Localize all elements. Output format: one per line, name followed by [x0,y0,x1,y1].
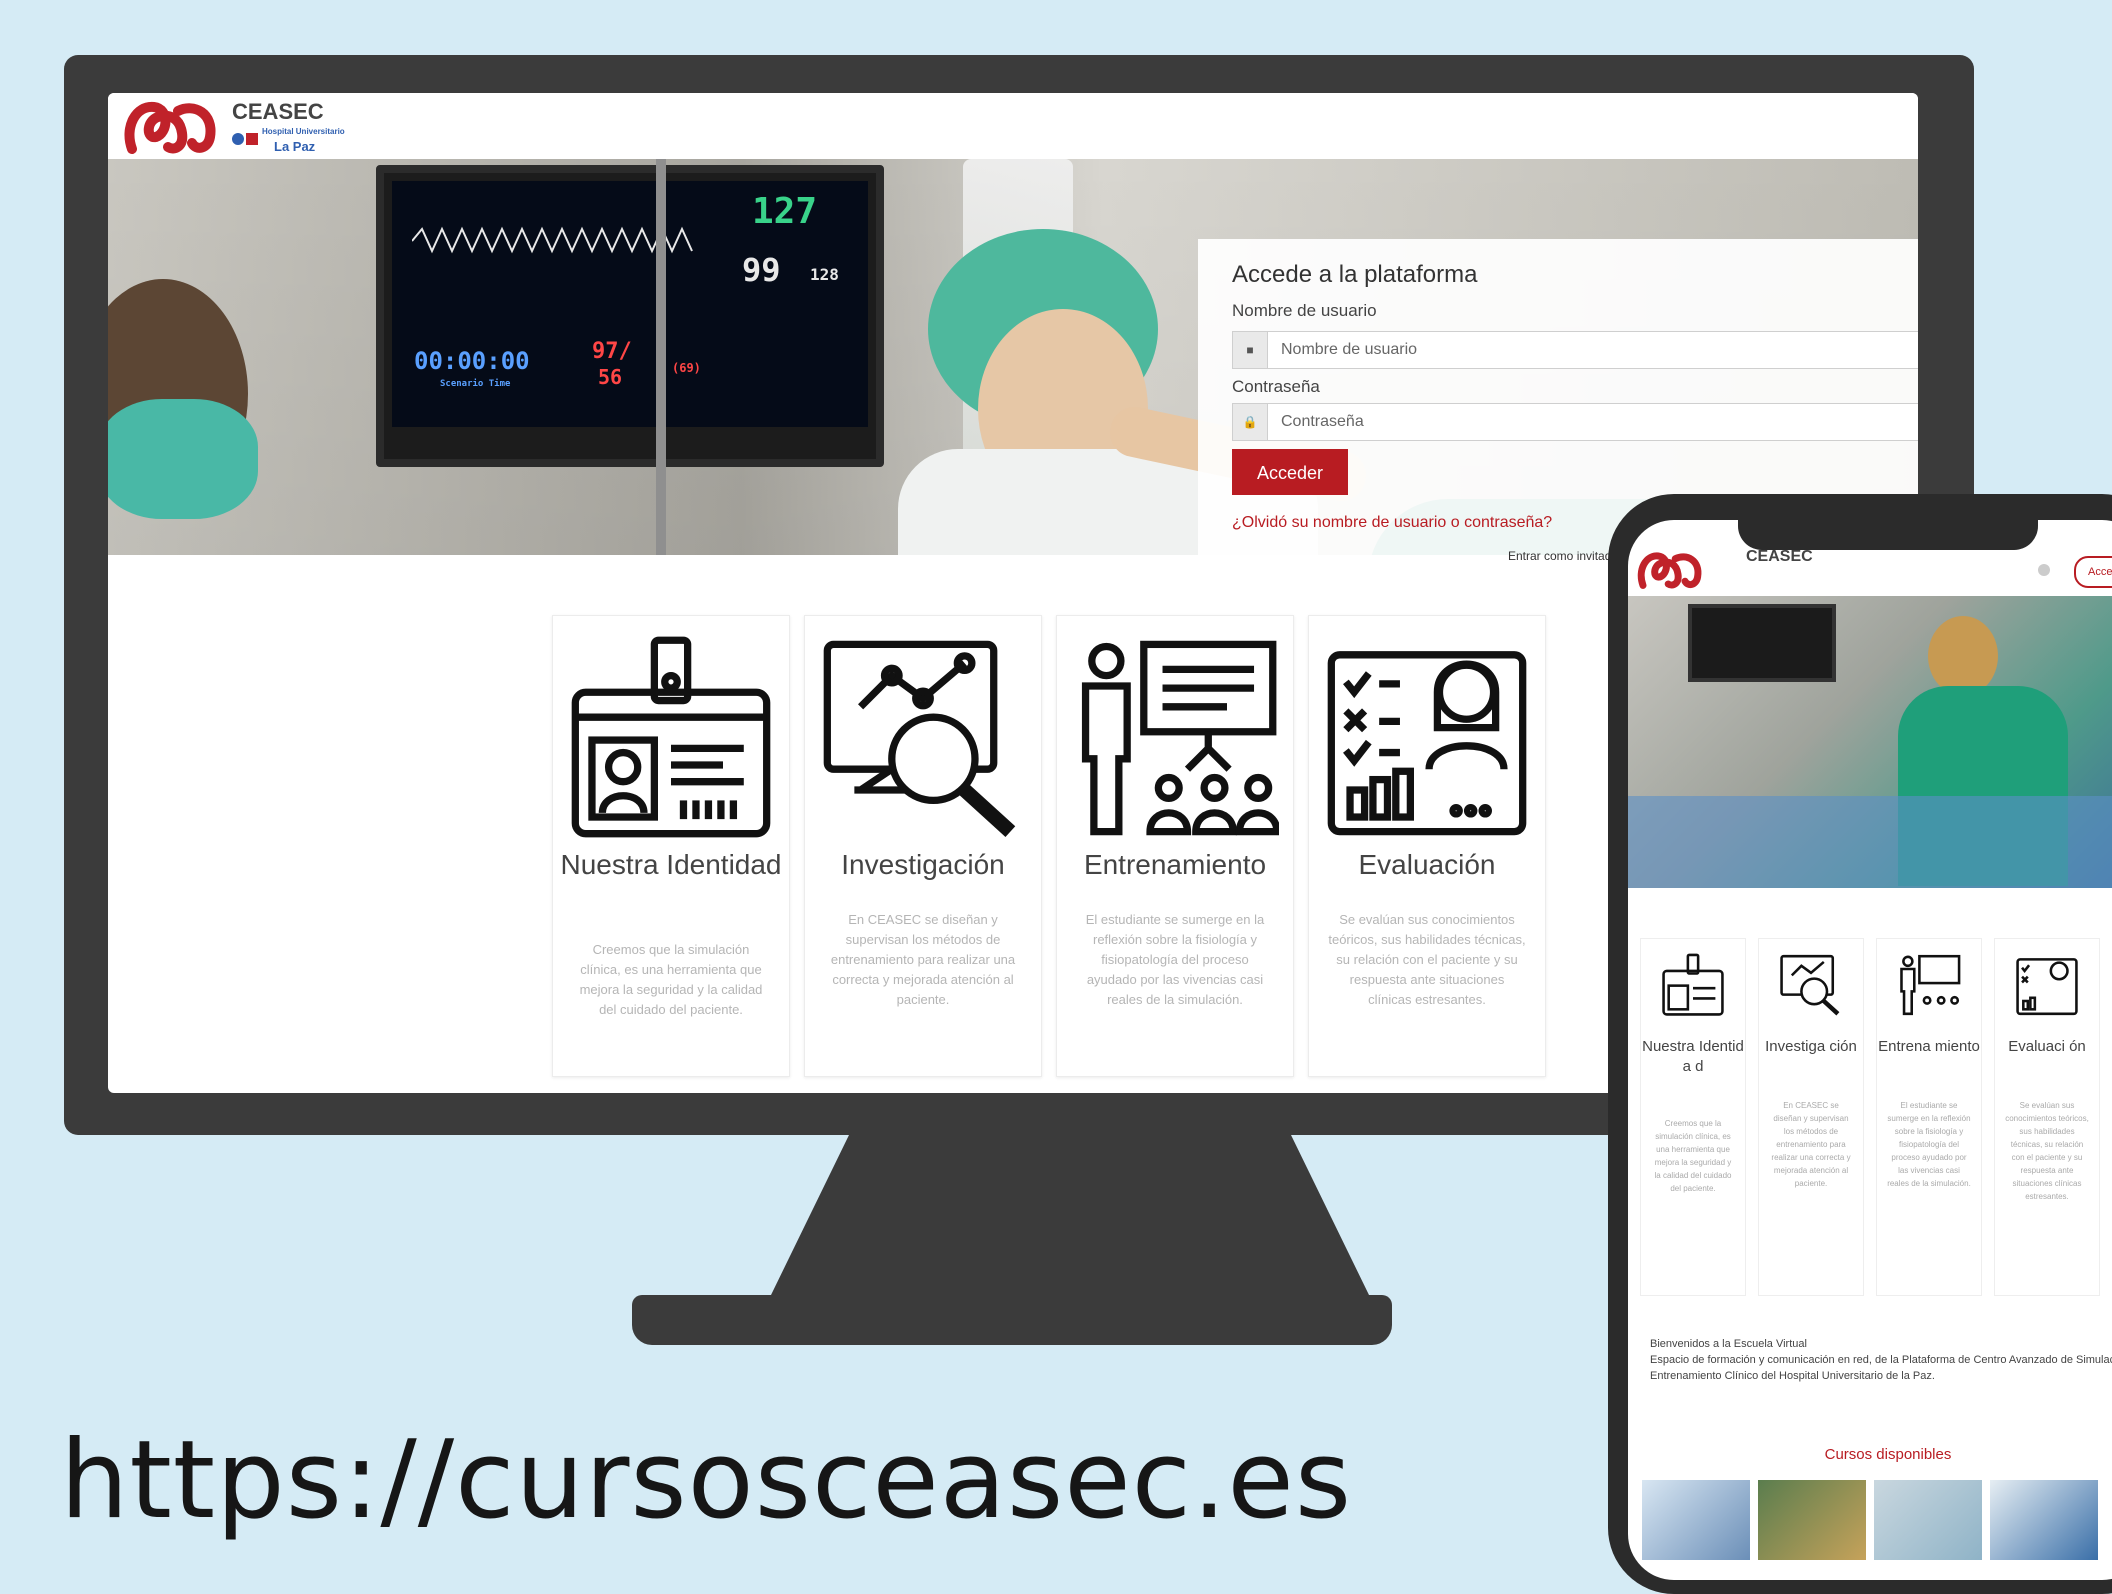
person-left-mask [108,399,258,519]
card-text: El estudiante se sumerge en la reflexión… [1085,912,1265,1007]
mobile-card-research[interactable]: Investiga ción En CEASEC se diseñan y su… [1758,938,1864,1296]
brand-sub-line: Hospital Universitario [262,127,345,136]
mobile-globe-icon[interactable] [2038,564,2050,576]
welcome-heading: Bienvenidos a la Escuela Virtual [1650,1338,1807,1350]
hr-value: 127 [752,191,818,232]
card-title: Entrenamiento [1083,849,1267,880]
mobile-card-training[interactable]: Entrena miento El estudiante se sumerge … [1876,938,1982,1296]
research-magnifier-icon [823,640,1016,837]
research-magnifier-icon [1780,954,1840,1016]
vital-sign-screen: 127 99 128 00:00:00 Scenario Time 97/ 56… [392,181,868,427]
welcome-text: Espacio de formación y comunicación en r… [1650,1354,2112,1382]
course-thumbnail[interactable] [1990,1480,2098,1560]
mobile-card-text: Creemos que la simulación clínica, es un… [1654,1119,1732,1193]
monitor-stand-base [632,1295,1392,1345]
ceasec-logo-mark-icon [1637,552,1702,589]
mobile-card-identity[interactable]: Nuestra Identida d Creemos que la simula… [1640,938,1746,1296]
course-thumbnail[interactable] [1758,1480,1866,1560]
mobile-card-title: Nuestra Identida d [1642,1038,1744,1075]
ceasec-logo[interactable]: CEASEC Hospital Universitario La Paz [122,97,422,157]
mobile-card-text: En CEASEC se diseñan y supervisan los mé… [1771,1101,1851,1188]
mobile-patient-drape [1628,796,2112,888]
brand-name: CEASEC [232,99,324,124]
abp-value-2: 56 [598,365,623,389]
map-value: (69) [672,361,701,375]
mobile-welcome: Bienvenidos a la Escuela Virtual Espacio… [1650,1336,2112,1384]
mobile-card-text: El estudiante se sumerge en la reflexión… [1887,1101,1971,1188]
training-presentation-icon [1900,954,1961,1016]
password-label: Contraseña [1232,377,1320,396]
envelope-icon: ■ [1233,332,1268,368]
course-thumbnail[interactable] [1642,1480,1750,1560]
site-header: CEASEC Hospital Universitario La Paz [108,93,1918,160]
site-url: https://cursosceasec.es [60,1418,1353,1543]
username-label: Nombre de usuario [1232,301,1377,320]
scenario-timer-label: Scenario Time [440,379,511,389]
login-title: Accede a la plataforma [1232,261,1478,288]
password-field[interactable]: 🔒 Contraseña [1232,403,1918,441]
monitor-stand-neck [771,1135,1369,1295]
card-evaluation[interactable]: Evaluación Se evalúan sus conocimientos … [1308,615,1546,1077]
mobile-card-text: Se evalúan sus conocimientos teóricos, s… [2005,1101,2089,1201]
card-research[interactable]: Investigación En CEASEC se diseñan y sup… [804,615,1042,1077]
spo2-alt-value: 128 [810,265,839,284]
forgot-credentials-link[interactable]: ¿Olvidó su nombre de usuario o contraseñ… [1232,514,1552,532]
phone-notch [1738,520,2038,550]
mobile-vital-monitor [1688,604,1836,682]
evaluation-checklist-icon [2016,958,2078,1016]
mobile-hero-image [1628,596,2112,888]
courses-heading: Cursos disponibles [1824,1446,1952,1463]
mobile-card-evaluation[interactable]: Evaluaci ón Se evalúan sus conocimientos… [1994,938,2100,1296]
scenario-timer: 00:00:00 [414,347,530,375]
mobile-logo[interactable]: CEASEC [1636,548,1813,592]
login-submit-button[interactable]: Acceder [1232,449,1348,495]
card-text: Creemos que la simulación clínica, es un… [579,942,763,1017]
brand-sub-place: La Paz [274,139,316,154]
evaluation-checklist-icon [1327,651,1527,836]
phone-screen: CEASEC Acceder Nuestra Identida d Creemo… [1628,520,2112,1580]
password-placeholder: Contraseña [1281,413,1364,430]
hospital-logo-icon [232,127,260,151]
course-thumbnail[interactable] [1874,1480,1982,1560]
vital-sign-monitor: 127 99 128 00:00:00 Scenario Time 97/ 56… [376,165,884,467]
mobile-card-title: Investiga ción [1765,1038,1857,1055]
guest-login-link[interactable]: Entrar como invitado [1508,549,1618,563]
username-placeholder: Nombre de usuario [1281,341,1418,358]
card-training[interactable]: Entrenamiento El estudiante se sumerge e… [1056,615,1294,1077]
abp-value: 97/ [592,339,632,364]
card-title: Evaluación [1358,849,1496,880]
ceasec-logo-mark-icon [124,101,216,154]
card-title: Nuestra Identidad [560,849,782,880]
mobile-card-title: Entrena miento [1878,1038,1980,1055]
lock-icon: 🔒 [1233,404,1268,440]
mobile-person-head [1928,616,1998,696]
spo2-value: 99 [742,251,781,289]
card-identity[interactable]: Nuestra Identidad Creemos que la simulac… [552,615,790,1077]
card-title: Investigación [841,849,1005,880]
card-text: En CEASEC se diseñan y supervisan los mé… [830,912,1016,1007]
mobile-brand-name: CEASEC [1746,548,1813,565]
card-text: Se evalúan sus conocimientos teóricos, s… [1328,912,1526,1007]
id-badge-icon [571,636,771,838]
training-presentation-icon [1081,640,1279,836]
mobile-login-button[interactable]: Acceder [2074,556,2112,588]
id-badge-icon [1662,953,1724,1016]
mobile-card-title: Evaluaci ón [2008,1038,2086,1055]
username-field[interactable]: ■ Nombre de usuario [1232,331,1918,369]
